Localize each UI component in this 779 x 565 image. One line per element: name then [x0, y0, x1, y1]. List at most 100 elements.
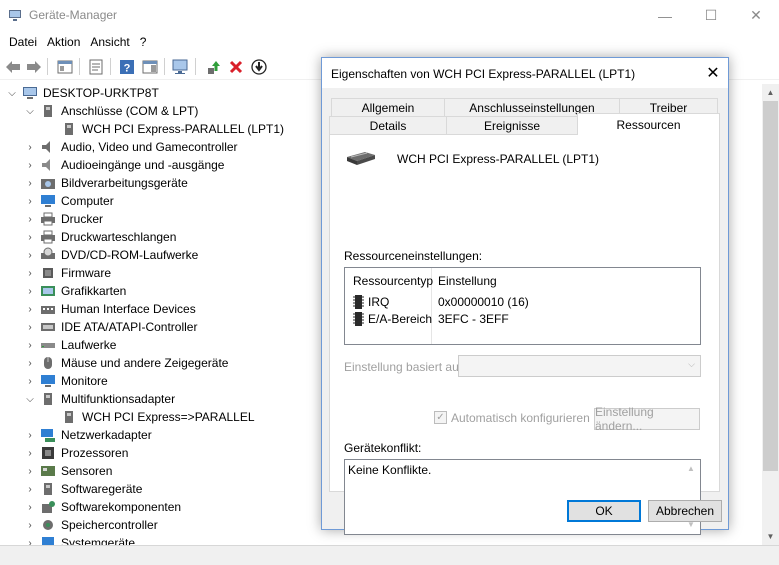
uninstall-button[interactable] [226, 57, 246, 76]
back-button[interactable] [3, 57, 23, 76]
disable-device-button[interactable] [249, 57, 269, 76]
scrollbar-thumb[interactable] [763, 101, 778, 471]
disable-device-icon [251, 58, 267, 75]
textarea-scrollbar[interactable]: ▲ ▼ [683, 460, 700, 534]
chevron-right-icon[interactable]: › [24, 282, 36, 300]
tree-category-printers[interactable]: › Drucker [24, 210, 103, 228]
chevron-right-icon[interactable]: › [24, 174, 36, 192]
column-header-type[interactable]: Ressourcentyp [353, 274, 433, 288]
based-on-select[interactable]: ⌵ [458, 355, 701, 377]
list-item[interactable]: E/A-Bereich 3EFC - 3EFF [345, 311, 700, 328]
cancel-button[interactable]: Abbrechen [648, 500, 722, 522]
tree-root[interactable]: ⌵ DESKTOP-URKTP8T [6, 84, 159, 102]
tree-category-hid[interactable]: › Human Interface Devices [24, 300, 195, 318]
chevron-right-icon[interactable]: › [24, 156, 36, 174]
tree-category-computer[interactable]: › Computer [24, 192, 113, 210]
chevron-right-icon[interactable]: › [24, 300, 36, 318]
minimize-button[interactable]: — [642, 0, 688, 31]
chevron-right-icon[interactable]: › [24, 516, 36, 534]
tree-category-ide[interactable]: › IDE ATA/ATAPI-Controller [24, 318, 197, 336]
tab-allgemein[interactable]: Allgemein [331, 98, 445, 116]
chevron-right-icon[interactable]: › [24, 192, 36, 210]
tree-category-network[interactable]: › Netzwerkadapter [24, 426, 152, 444]
conflict-textarea[interactable]: Keine Konflikte. ▲ ▼ [344, 459, 701, 535]
tree-category-firmware[interactable]: › Firmware [24, 264, 111, 282]
tree-item-wch-parallel[interactable]: WCH PCI Express=>PARALLEL [61, 408, 255, 426]
auto-config-checkbox[interactable]: ✓ [434, 411, 447, 424]
chevron-right-icon[interactable]: › [24, 498, 36, 516]
scroll-up-icon[interactable]: ▲ [762, 84, 779, 101]
chevron-right-icon[interactable]: › [24, 444, 36, 462]
tree-item-label: Drucker [61, 212, 104, 226]
action-pane-button[interactable] [140, 57, 160, 76]
network-icon [41, 429, 55, 442]
tab-ressourcen[interactable]: Ressourcen [577, 113, 720, 135]
tree-category-processors[interactable]: › Prozessoren [24, 444, 128, 462]
tree-category-storage-controllers[interactable]: › Speichercontroller [24, 516, 157, 534]
close-window-button[interactable]: ✕ [733, 0, 779, 31]
properties-button[interactable] [86, 57, 106, 76]
menu-ansicht[interactable]: Ansicht [85, 32, 134, 52]
resource-chip-icon [353, 312, 364, 326]
chevron-right-icon[interactable]: › [24, 138, 36, 156]
list-item[interactable]: IRQ 0x00000010 (16) [345, 294, 700, 311]
close-icon: ✕ [706, 65, 720, 82]
column-header-setting[interactable]: Einstellung [438, 274, 497, 288]
tree-scrollbar[interactable]: ▲ ▼ [762, 84, 779, 545]
tree-category-imaging[interactable]: › Bildverarbeitungsgeräte [24, 174, 187, 192]
tree-category-multifunction[interactable]: ⌵ Multifunktionsadapter [24, 390, 175, 408]
chevron-right-icon[interactable]: › [24, 462, 36, 480]
resource-settings-list[interactable]: Ressourcentyp Einstellung IRQ 0x00000010… [344, 267, 701, 345]
tab-ereignisse[interactable]: Ereignisse [446, 116, 578, 134]
ok-button[interactable]: OK [567, 500, 641, 522]
chevron-right-icon[interactable]: › [24, 480, 36, 498]
tree-category-audio-video[interactable]: › Audio, Video und Gamecontroller [24, 138, 237, 156]
button-label: Abbrechen [655, 504, 715, 518]
scan-hardware-button[interactable] [171, 57, 191, 76]
chevron-right-icon[interactable]: › [24, 264, 36, 282]
tree-category-sensors[interactable]: › Sensoren [24, 462, 112, 480]
chevron-right-icon[interactable]: › [24, 534, 36, 546]
chevron-down-icon[interactable]: ⌵ [24, 102, 36, 120]
tree-category-print-queues[interactable]: › Druckwarteschlangen [24, 228, 176, 246]
scroll-down-icon[interactable]: ▼ [762, 528, 779, 545]
console-tree-button[interactable] [55, 57, 75, 76]
tree-root-label: DESKTOP-URKTP8T [43, 86, 159, 100]
maximize-button[interactable]: ☐ [688, 0, 734, 31]
tree-category-dvd[interactable]: › DVD/CD-ROM-Laufwerke [24, 246, 198, 264]
chevron-right-icon[interactable]: › [24, 426, 36, 444]
update-driver-button[interactable] [203, 57, 223, 76]
tree-item-lpt1[interactable]: WCH PCI Express-PARALLEL (LPT1) [61, 120, 284, 138]
tree-category-mice[interactable]: › Mäuse und andere Zeigegeräte [24, 354, 228, 372]
menu-aktion[interactable]: Aktion [42, 32, 85, 52]
chevron-right-icon[interactable]: › [24, 336, 36, 354]
chevron-right-icon[interactable]: › [24, 228, 36, 246]
scroll-up-icon[interactable]: ▲ [687, 464, 695, 473]
chevron-right-icon[interactable]: › [24, 372, 36, 390]
resource-chip-icon [353, 295, 364, 309]
tree-category-monitors[interactable]: › Monitore [24, 372, 107, 390]
forward-button[interactable] [24, 57, 44, 76]
menu-help[interactable]: ? [135, 32, 152, 52]
properties-dialog: Eigenschaften von WCH PCI Express-PARALL… [321, 57, 729, 535]
chevron-right-icon[interactable]: › [24, 354, 36, 372]
tree-category-graphics[interactable]: › Grafikkarten [24, 282, 126, 300]
tab-details[interactable]: Details [329, 116, 447, 134]
chevron-right-icon[interactable]: › [24, 246, 36, 264]
menu-datei[interactable]: Datei [4, 32, 42, 52]
change-setting-button[interactable]: Einstellung ändern... [594, 405, 700, 433]
tree-item-label: IDE ATA/ATAPI-Controller [61, 320, 198, 334]
chevron-down-icon[interactable]: ⌵ [24, 390, 36, 408]
monitor-icon [41, 195, 55, 207]
help-button[interactable]: ? [117, 57, 137, 76]
chevron-down-icon[interactable]: ⌵ [6, 84, 18, 102]
tree-category-audio-io[interactable]: › Audioeingänge und -ausgänge [24, 156, 224, 174]
tree-category-software-components[interactable]: › Softwarekomponenten [24, 498, 181, 516]
chevron-right-icon[interactable]: › [24, 318, 36, 336]
tree-category-ports[interactable]: ⌵ Anschlüsse (COM & LPT) [24, 102, 198, 120]
dialog-close-button[interactable]: ✕ [698, 58, 728, 88]
tree-category-software-devices[interactable]: › Softwaregeräte [24, 480, 142, 498]
tree-category-drives[interactable]: › Laufwerke [24, 336, 116, 354]
chevron-right-icon[interactable]: › [24, 210, 36, 228]
tree-category-system-devices[interactable]: › Systemgeräte [24, 534, 135, 545]
